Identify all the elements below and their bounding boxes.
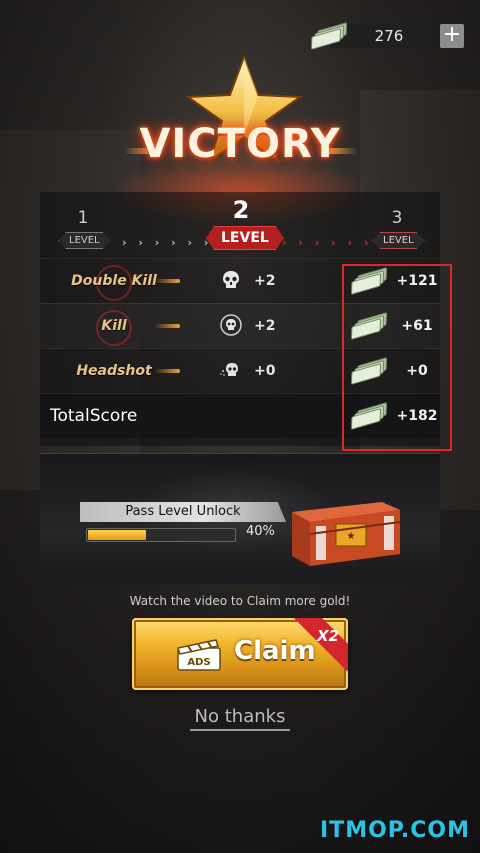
add-currency-button[interactable]: + [440,24,464,48]
currency-bar: 276 + [310,22,466,50]
unlock-percent: 40% [246,524,275,539]
row-bonus: +0 [254,363,276,379]
svg-text:ADS: ADS [187,657,210,668]
victory-banner: VICTORY [0,55,480,225]
victory-title: VICTORY [139,121,341,167]
level-progress: 1 LEVEL › › › › › › 2 LEVEL › › › › › › … [40,192,440,256]
claim-x2-button[interactable]: ADS Claim X2 [132,618,348,690]
level-prev-number: 1 [77,208,89,228]
unlock-progress: Pass Level Unlock 40% [80,502,286,546]
ads-clapperboard-icon: ADS [177,639,221,671]
gold-column-highlight [342,264,452,451]
watch-video-text: Watch the video to Claim more gold! [129,594,351,608]
unlock-progress-track [86,528,236,542]
skull-badge-icon [220,314,242,336]
level-arrows-done: › › › › › › [122,236,213,249]
skull-icon [223,271,239,288]
crate-icon: ★ [292,502,401,566]
svg-text:★: ★ [347,531,356,542]
row-label: Headshot [54,349,180,393]
currency-amount: 276 [374,27,404,45]
row-label: Kill [54,304,180,348]
level-current: 2 LEVEL [206,196,276,250]
no-thanks-link[interactable]: No thanks [190,706,290,731]
level-arrows-todo: › › › › › › [282,236,373,249]
row-bonus: +2 [254,273,276,289]
level-prev-tag: LEVEL [58,232,111,249]
level-current-tag: LEVEL [206,226,284,250]
level-next-tag: LEVEL [372,232,425,249]
level-next: 3 LEVEL [372,208,422,249]
level-current-number: 2 [232,196,250,224]
row-bonus: +2 [254,318,276,334]
unlock-progress-fill [88,530,146,540]
watermark: ITMOP.COM [320,818,470,843]
claim-label: Claim [234,636,316,666]
row-label: Double Kill [54,259,180,303]
skull-shatter-icon [220,363,238,376]
level-next-number: 3 [391,208,403,228]
unlock-title: Pass Level Unlock [80,502,286,522]
level-prev: 1 LEVEL [58,208,108,249]
total-label: TotalScore [50,406,138,426]
